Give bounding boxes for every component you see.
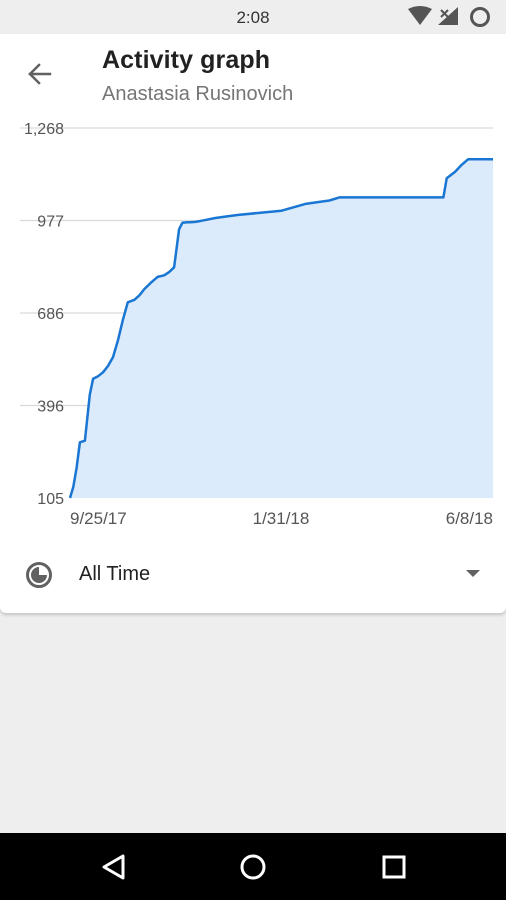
y-tick-label: 396 <box>37 399 64 416</box>
y-tick-label: 105 <box>37 491 64 508</box>
time-range-icon <box>26 562 52 588</box>
y-tick-label: 1,268 <box>24 121 64 138</box>
time-range-label: All Time <box>79 563 151 585</box>
x-tick-label: 1/31/18 <box>253 509 310 528</box>
time-range-selector[interactable]: All Time <box>0 546 506 602</box>
y-tick-label: 686 <box>37 306 64 323</box>
wifi-icon <box>408 6 432 25</box>
y-tick-label: 977 <box>37 214 64 231</box>
activity-card: Activity graph Anastasia Rusinovich 1,26… <box>0 34 506 613</box>
activity-chart: 1,268 977 686 396 105 9/25/17 1/31/18 6/8/18 <box>20 121 493 528</box>
arrow-back-icon[interactable] <box>22 56 58 92</box>
x-tick-label: 9/25/17 <box>70 509 127 528</box>
status-icons <box>408 6 490 27</box>
back-triangle-icon[interactable] <box>94 847 134 887</box>
recents-square-icon[interactable] <box>374 847 414 887</box>
home-circle-icon[interactable] <box>233 847 273 887</box>
arrow-drop-down-icon <box>466 570 480 577</box>
status-bar: 2:08 <box>0 0 506 34</box>
x-tick-label: 6/8/18 <box>446 509 493 528</box>
user-name: Anastasia Rusinovich <box>102 83 294 105</box>
battery-icon <box>470 7 490 27</box>
page-title: Activity graph <box>102 46 271 74</box>
navigation-bar <box>0 833 506 900</box>
cellular-no-signal-icon <box>438 7 458 25</box>
